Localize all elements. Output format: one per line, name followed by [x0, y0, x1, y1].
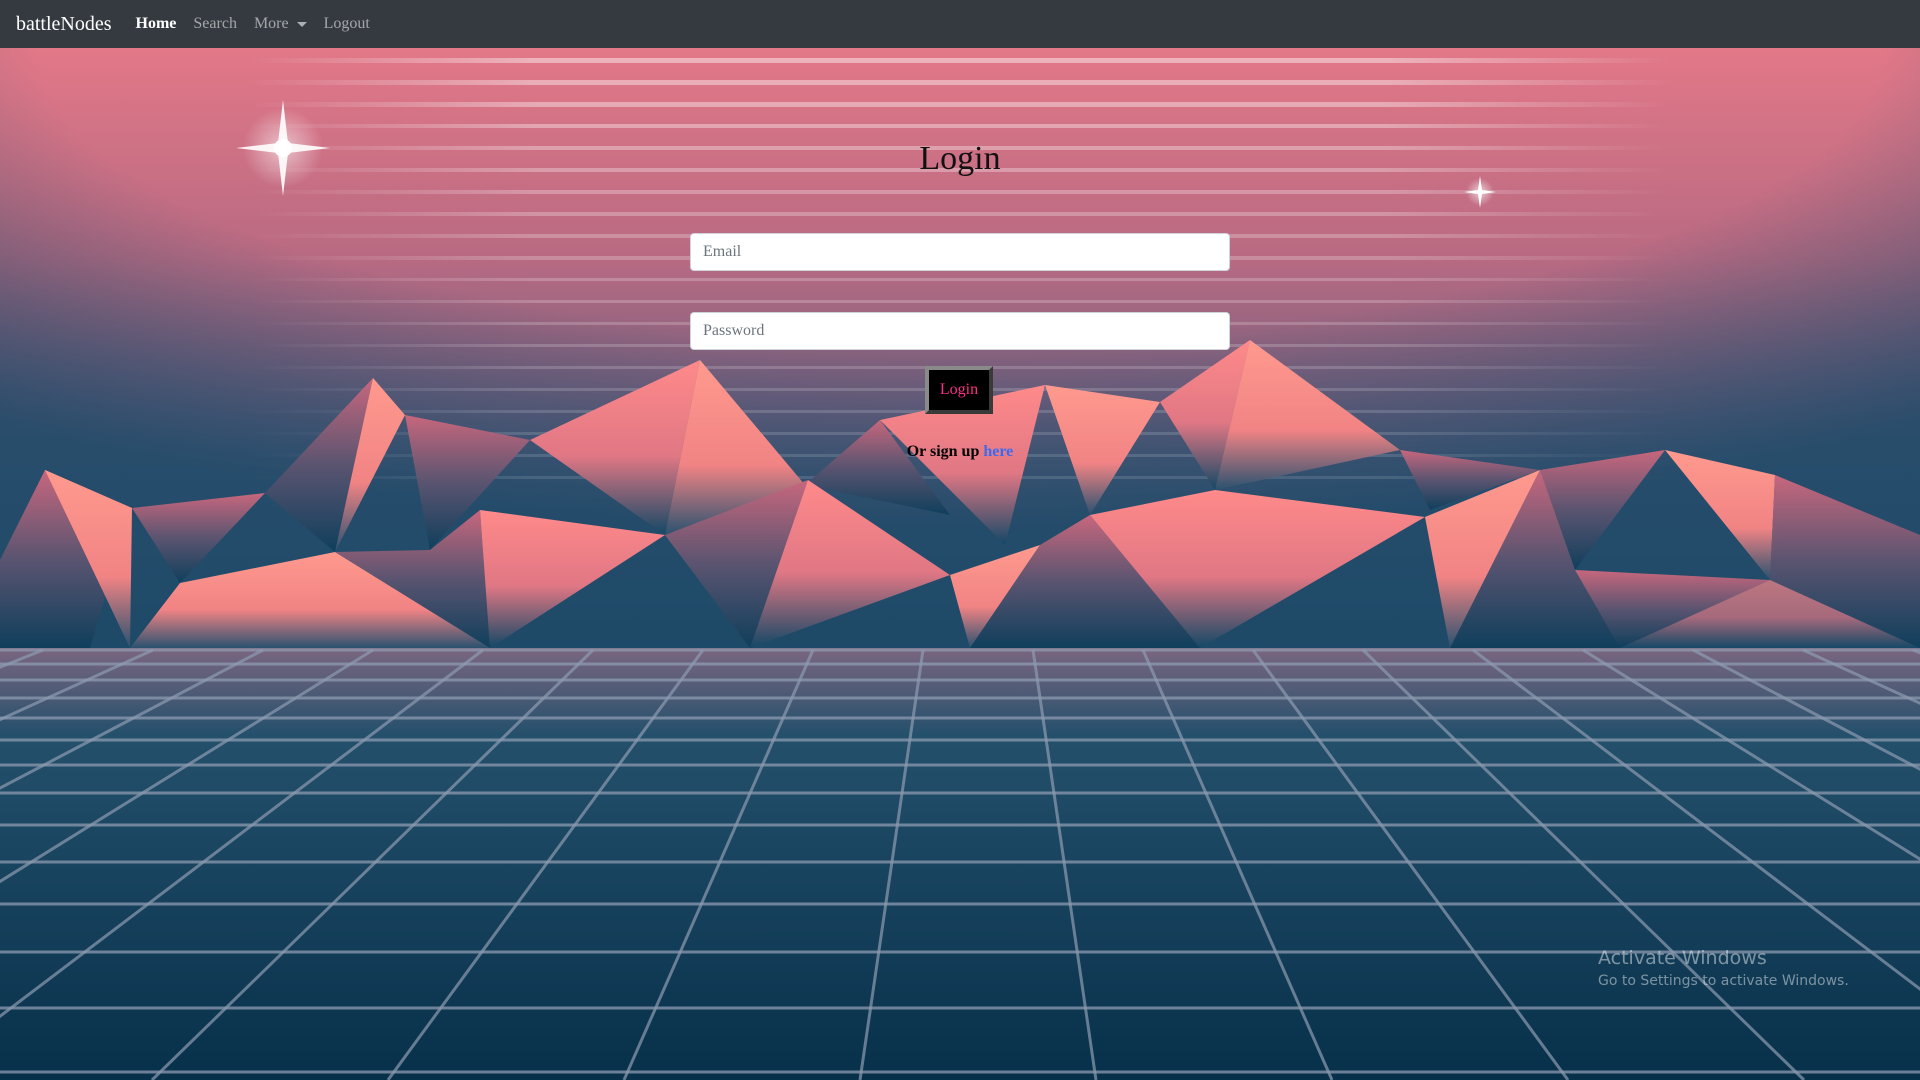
signup-prefix-text: Or sign up: [906, 443, 984, 460]
watermark-subtitle: Go to Settings to activate Windows.: [1598, 973, 1849, 989]
signup-link[interactable]: here: [983, 443, 1013, 460]
activate-windows-watermark: Activate Windows Go to Settings to activ…: [1598, 945, 1849, 991]
login-button[interactable]: Login: [925, 366, 993, 414]
caret-down-icon: [296, 21, 307, 27]
nav-item-more-label: More: [253, 15, 289, 32]
brand-logo[interactable]: battleNodes: [16, 13, 112, 36]
nav-item-search[interactable]: Search: [193, 15, 237, 33]
nav-item-more-dropdown[interactable]: More: [254, 15, 307, 33]
retro-landscape-background: [0, 48, 1920, 1080]
top-navbar: battleNodes Home Search More Logout: [0, 0, 1920, 48]
nav-item-home[interactable]: Home: [136, 15, 177, 33]
nav-item-logout[interactable]: Logout: [324, 15, 370, 33]
email-field[interactable]: [690, 233, 1230, 271]
password-field[interactable]: [690, 312, 1230, 350]
login-heading: Login: [919, 140, 1001, 177]
watermark-title: Activate Windows: [1598, 947, 1767, 969]
signup-prompt: Or sign up here: [0, 443, 1920, 461]
